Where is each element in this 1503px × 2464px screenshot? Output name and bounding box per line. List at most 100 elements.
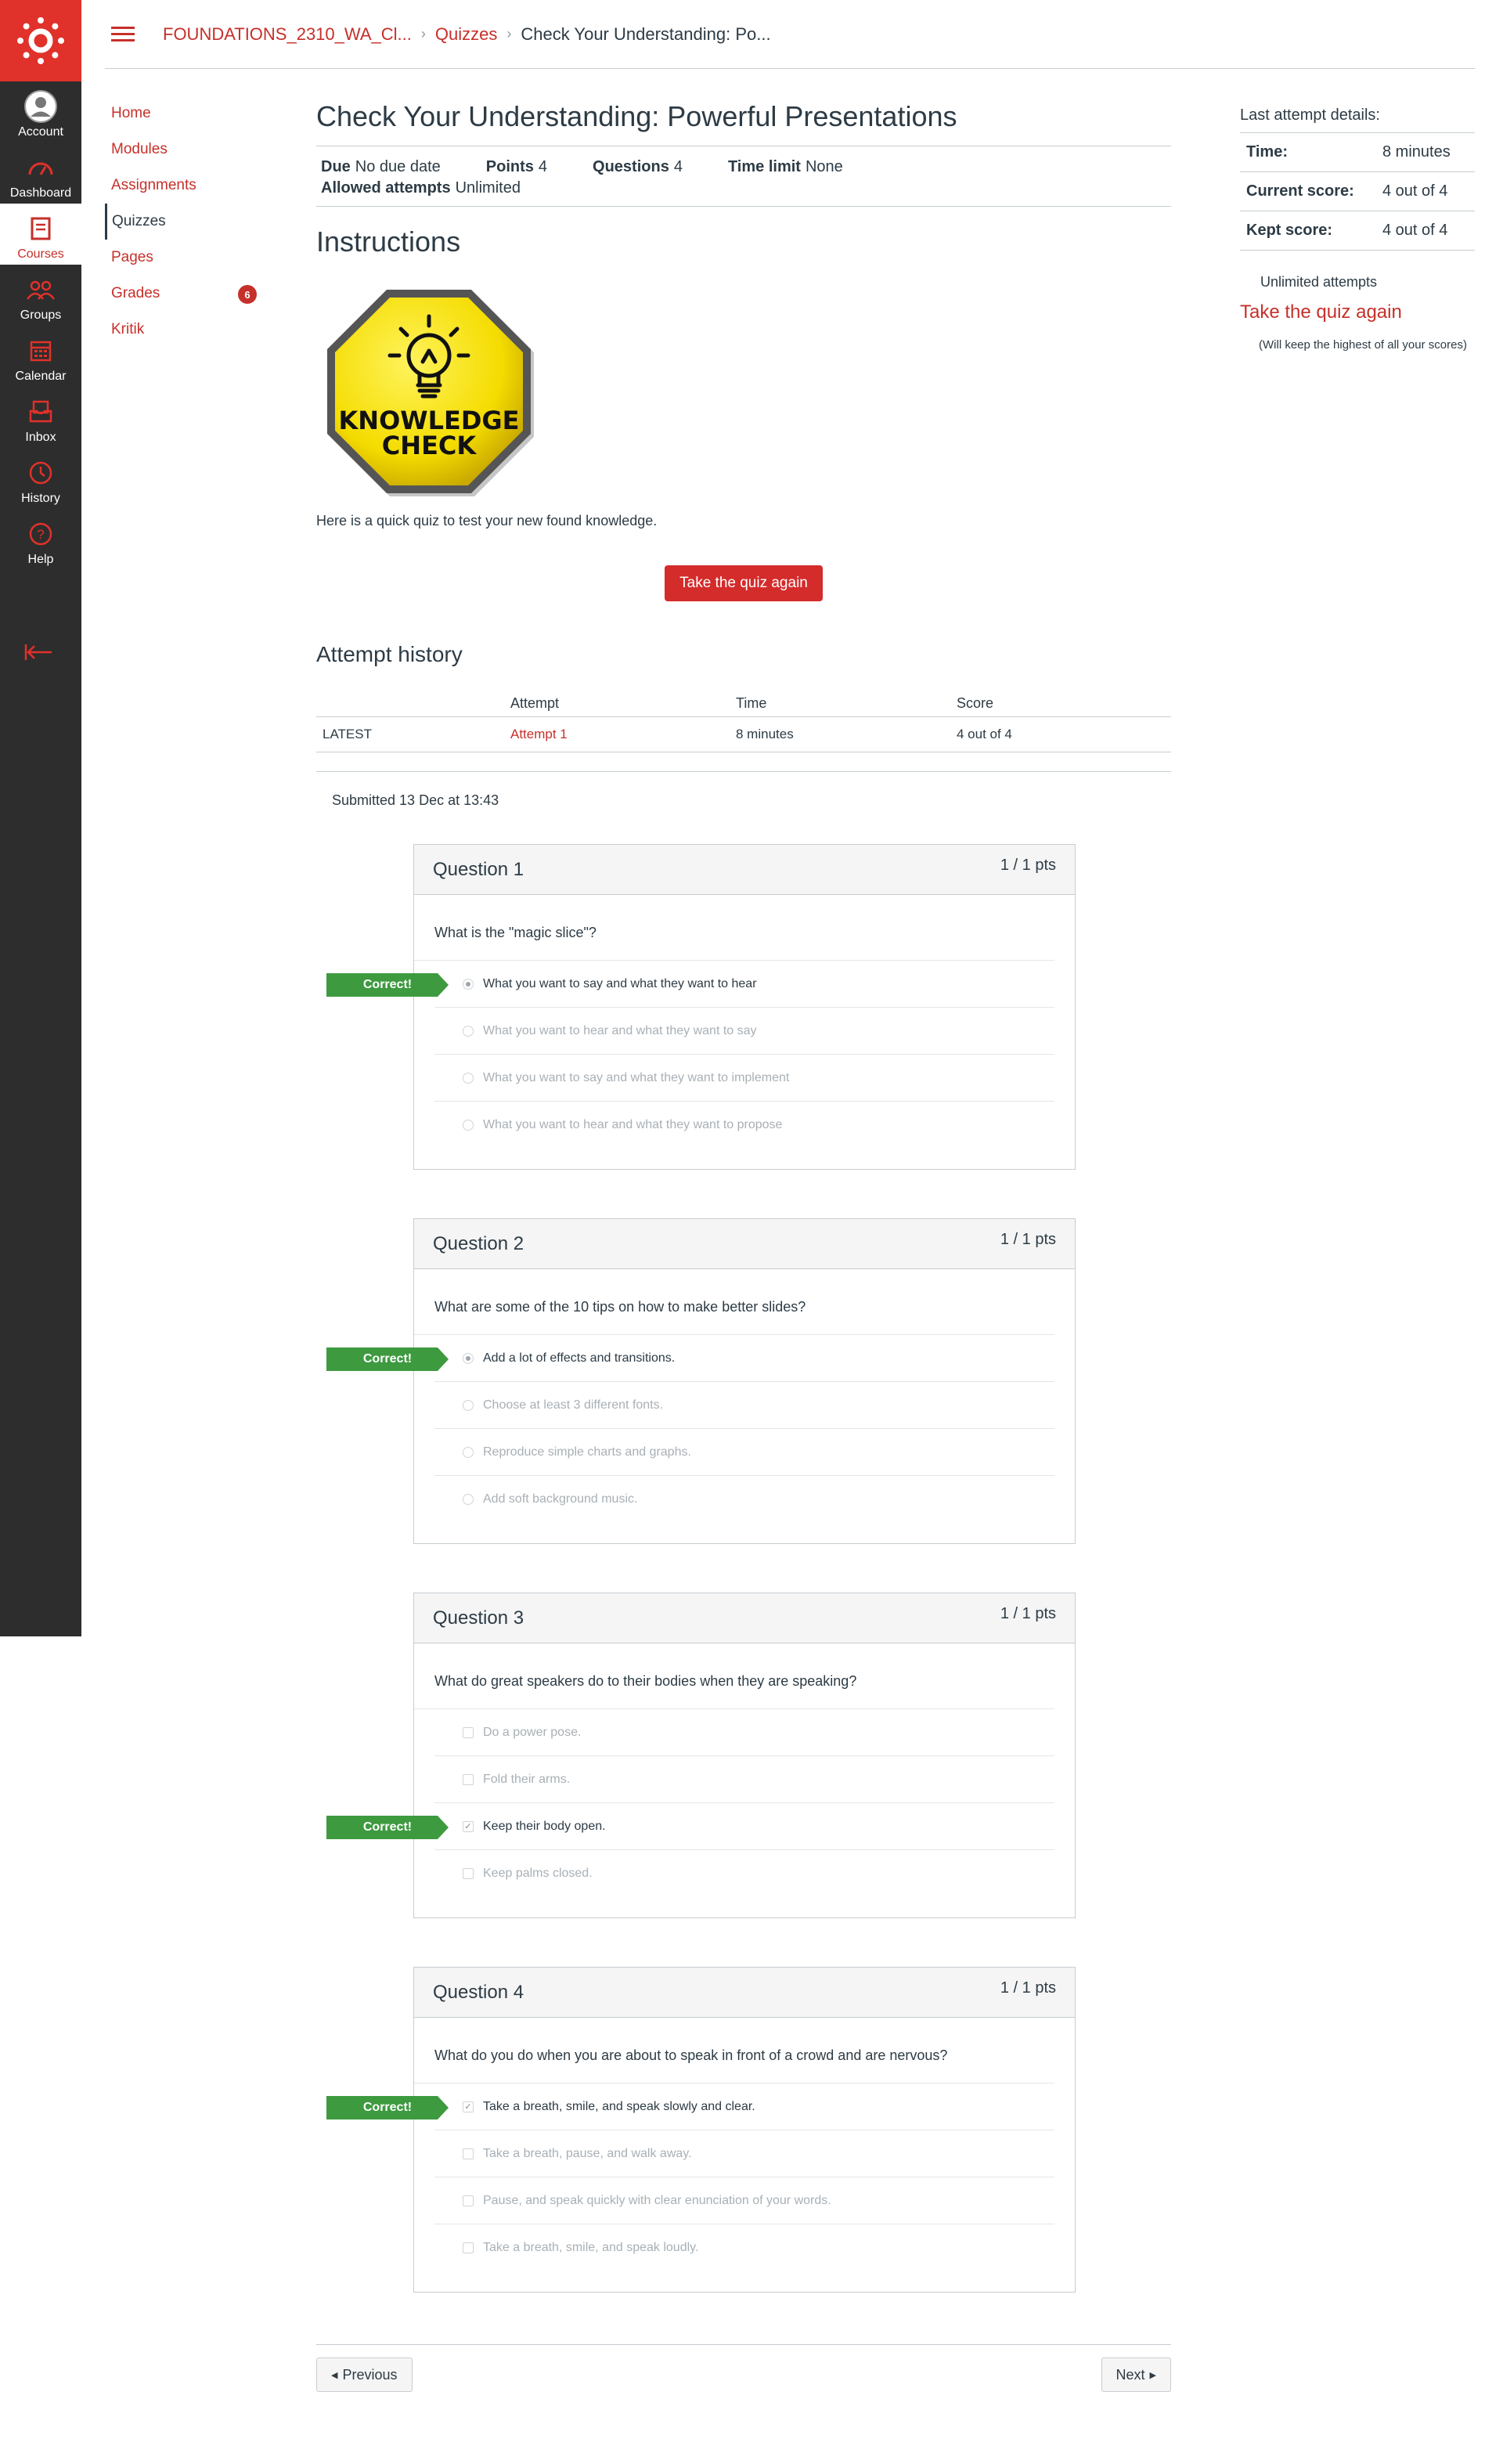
answer-option: Fold their arms. [434,1756,1054,1803]
answer-option: Take a breath, pause, and walk away. [434,2130,1054,2177]
previous-button[interactable]: ◀ Previous [316,2358,413,2392]
module-pager: ◀ Previous Next ▶ [316,2344,1171,2392]
collapse-nav-icon[interactable] [23,640,55,668]
breadcrumb-course-link[interactable]: FOUNDATIONS_2310_WA_Cl... [163,24,412,45]
global-nav-help[interactable]: ? Help [0,509,81,570]
due-label: Due [321,158,351,175]
course-nav-modules[interactable]: Modules [105,132,261,168]
help-icon: ? [23,517,58,551]
sidebar-heading: Last attempt details: [1240,106,1475,133]
quiz-meta: Due No due date Points 4 Questions 4 Time l… [316,146,1171,207]
radio-icon [463,1025,474,1037]
history-icon [23,456,58,490]
quiz-description: Here is a quick quiz to test your new fo… [316,513,658,529]
question-title: Question 2 [433,1232,524,1254]
correct-answer-tag: Correct! [326,2096,449,2119]
checkbox-checked-icon: ✓ [463,2101,474,2112]
course-nav-assignments[interactable]: Assignments [105,168,261,204]
history-col-attempt: Attempt [510,691,736,717]
attempt-link[interactable]: Attempt 1 [510,716,736,752]
checkbox-icon [463,2148,474,2159]
course-nav-label: Grades [111,285,160,301]
course-nav-grades[interactable]: Grades 6 [105,276,261,312]
checkbox-icon [463,1726,474,1738]
question-header: Question 2 1 / 1 pts [414,1219,1075,1269]
keep-highest-note: (Will keep the highest of all your score… [1259,338,1467,352]
answer-text: Take a breath, pause, and walk away. [483,2146,692,2160]
radio-icon [463,1120,474,1131]
answer-text: Add soft background music. [483,1492,638,1506]
question-text: What is the "magic slice"? [414,895,1054,961]
question-header: Question 4 1 / 1 pts [414,1968,1075,2018]
attempt-history-table: Attempt Time Score LATEST Attempt 1 8 mi… [316,691,1171,752]
answer-option: Correct! Add a lot of effects and transi… [326,1335,1054,1382]
answer-option: Add soft background music. [434,1476,1054,1523]
question-title: Question 3 [433,1607,524,1629]
canvas-logo-icon[interactable] [0,0,81,81]
breadcrumb: FOUNDATIONS_2310_WA_Cl... › Quizzes › Ch… [163,24,771,45]
last-attempt-sidebar: Last attempt details: Time: 8 minutes Cu… [1240,106,1475,359]
inbox-icon [23,395,58,429]
breadcrumb-quizzes-link[interactable]: Quizzes [435,24,497,45]
course-nav-home[interactable]: Home [105,96,261,132]
question-text: What do you do when you are about to spe… [414,2018,1054,2083]
answer-text: Add a lot of effects and transitions. [483,1351,676,1365]
question-title: Question 1 [433,858,524,880]
answer-text: Take a breath, smile, and speak slowly a… [483,2099,755,2113]
sidebar-current-score-row: Current score: 4 out of 4 [1240,172,1475,211]
global-nav-account[interactable]: Account [0,81,81,143]
points-info: Points 4 [486,154,547,179]
time-limit-label: Time limit [727,158,801,175]
global-nav-label: Inbox [25,431,56,444]
global-nav-label: Dashboard [9,186,72,200]
course-nav-pages[interactable]: Pages [105,240,261,276]
radio-selected-icon [463,1352,474,1364]
next-button[interactable]: Next ▶ [1101,2358,1171,2392]
questions-info: Questions 4 [593,154,683,179]
answer-option: Do a power pose. [434,1709,1054,1756]
allowed-attempts-value: Unlimited [455,179,521,197]
answer-text: Choose at least 3 different fonts. [483,1398,664,1412]
global-nav-calendar[interactable]: Calendar [0,326,81,387]
global-nav-dashboard[interactable]: Dashboard [0,143,81,204]
dashboard-icon [23,150,58,185]
attempt-score: 4 out of 4 [957,716,1171,752]
due-info: Due No due date [321,154,441,179]
radio-icon [463,1446,474,1458]
course-nav-kritik[interactable]: Kritik [105,312,261,348]
answer-text: Take a breath, smile, and speak loudly. [483,2241,699,2254]
take-quiz-again-button[interactable]: Take the quiz again [665,565,823,601]
svg-text:?: ? [37,527,44,542]
question-title: Question 4 [433,1981,524,2003]
time-limit-value: None [805,158,843,175]
attempt-history-heading: Attempt history [316,642,463,666]
answer-list: Correct! What you want to say and what t… [326,961,1054,1149]
global-nav-groups[interactable]: Groups [0,265,81,326]
groups-icon [23,272,58,307]
answer-option: What you want to hear and what they want… [434,1102,1054,1149]
points-value: 4 [538,158,548,175]
allowed-attempts-label: Allowed attempts [321,179,451,197]
take-quiz-again-link[interactable]: Take the quiz again [1240,301,1475,323]
global-nav-courses[interactable]: Courses [0,204,81,265]
questions-label: Questions [593,158,669,175]
radio-icon [463,1399,474,1411]
global-nav-history[interactable]: History [0,448,81,509]
correct-answer-tag: Correct! [326,973,449,997]
attempt-time: 8 minutes [736,716,957,752]
divider [316,771,1171,772]
answer-text: What you want to hear and what they want… [483,1023,757,1037]
quiz-main: Check Your Understanding: Powerful Prese… [316,100,1171,2293]
global-nav: Account Dashboard Courses Groups Calenda… [0,0,81,1636]
course-nav-quizzes[interactable]: Quizzes [105,204,261,240]
question-points: 1 / 1 pts [1000,1605,1056,1622]
sidebar-kept-score-row: Kept score: 4 out of 4 [1240,211,1475,251]
answer-option: Take a breath, smile, and speak loudly. [434,2224,1054,2271]
hamburger-menu-icon[interactable] [111,23,135,45]
question-card: Question 4 1 / 1 pts What do you do when… [326,1967,1076,2293]
global-nav-inbox[interactable]: Inbox [0,387,81,448]
global-nav-label: Calendar [15,370,67,383]
page-title: Check Your Understanding: Powerful Prese… [316,100,1171,146]
answer-option: Pause, and speak quickly with clear enun… [434,2177,1054,2224]
sidebar-time-row: Time: 8 minutes [1240,133,1475,172]
